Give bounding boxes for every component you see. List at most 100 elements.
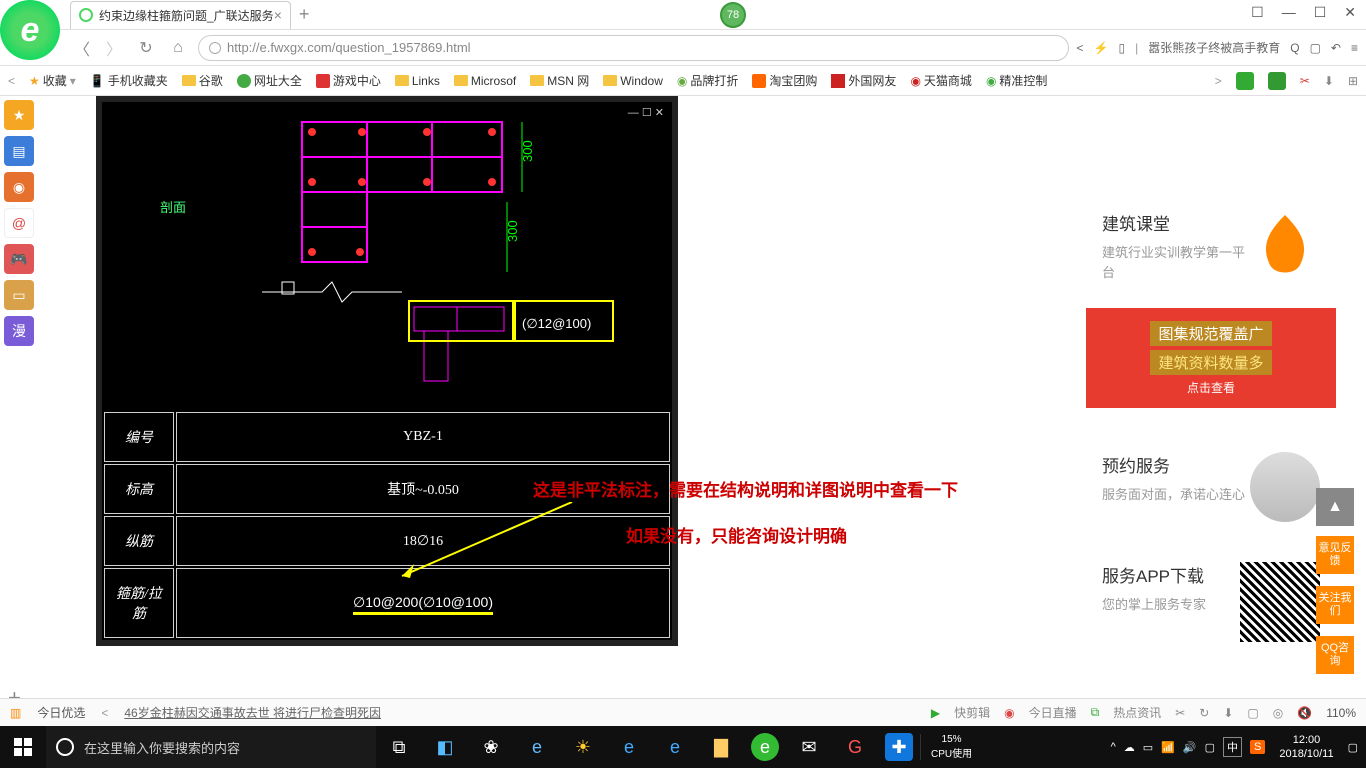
bookmark-google[interactable]: 谷歌 [182,72,223,89]
search-icon[interactable]: Q [1290,41,1299,55]
tab-close-icon[interactable]: × [274,7,282,23]
person-icon [1250,452,1320,522]
card-course[interactable]: 建筑课堂 建筑行业实训教学第一平台 [1086,196,1336,296]
clip-icon[interactable]: ▶ [931,706,940,720]
card-app-download[interactable]: 服务APP下载 您的掌上服务专家 [1086,548,1336,656]
bookmark-microsoft[interactable]: Microsof [454,74,516,88]
tool-4-icon[interactable]: ◎ [1273,706,1283,720]
app-2-icon[interactable]: ❀ [468,726,514,768]
forward-button[interactable]: 〉 [102,36,126,60]
download-icon[interactable]: ⬇ [1223,706,1233,720]
tool-3-icon[interactable]: ▢ [1247,706,1258,720]
task-view-icon[interactable]: ⧉ [376,726,422,768]
bookbar-prev[interactable]: < [8,74,15,88]
bookmark-brand[interactable]: ◉品牌打折 [677,72,739,89]
bookmark-favorites[interactable]: ★收藏▾ [29,72,76,89]
tray-up-icon[interactable]: ^ [1111,741,1116,753]
ime-sogou-icon[interactable]: S [1250,740,1265,754]
explorer-icon[interactable]: ▇ [698,726,744,768]
live-icon[interactable]: ◉ [1004,706,1014,720]
promo-banner[interactable]: 图集规范覆盖广 建筑资料数量多 点击查看 [1086,308,1336,408]
mail-icon[interactable]: ✉ [786,726,832,768]
app-3-icon[interactable]: ☀ [560,726,606,768]
close-icon[interactable]: ✕ [1344,4,1356,21]
bookmark-foreign[interactable]: 外国网友 [831,72,896,89]
bookmark-mobile[interactable]: 📱手机收藏夹 [90,72,168,89]
home-button[interactable]: ⌂ [166,36,190,60]
bookmark-taobao[interactable]: 淘宝团购 [752,72,817,89]
window-menu-icon[interactable]: ☐ [1251,4,1264,21]
app-4-icon[interactable]: G [832,726,878,768]
new-tab-button[interactable]: + [299,4,310,25]
undo-icon[interactable]: ↶ [1331,41,1341,55]
sidebar-game[interactable]: 🎮 [4,244,34,274]
sidebar-manhua[interactable]: 漫 [4,316,34,346]
edge-icon[interactable]: e [606,726,652,768]
bookmark-precise[interactable]: ◉精准控制 [986,72,1048,89]
app-5-icon[interactable]: ✚ [885,733,913,761]
browser-tab[interactable]: 约束边缘柱箍筋问题_广联达服务 × [70,1,291,29]
sidebar-favorites[interactable]: ★ [4,100,34,130]
ext-grid-icon[interactable]: ⊞ [1348,74,1358,88]
bookmark-links[interactable]: Links [395,74,440,88]
bookmark-tmall[interactable]: ◉天猫商城 [910,72,972,89]
taskbar-clock[interactable]: 12:00 2018/10/11 [1273,733,1339,762]
reader-icon[interactable]: ▢ [1310,41,1321,55]
tray-notify-icon[interactable]: ▢ [1205,741,1215,754]
sidebar-book[interactable]: ▭ [4,280,34,310]
cpu-monitor[interactable]: 15% CPU使用 [920,734,982,760]
today-pick[interactable]: 今日优选 [37,704,85,721]
tray-wifi-icon[interactable]: 📶 [1161,741,1175,754]
minimize-icon[interactable]: — [1282,4,1296,21]
ext-2-icon[interactable] [1268,72,1286,90]
card-appointment[interactable]: 预约服务 服务面对面，承诺心连心 [1086,438,1336,536]
app-1-icon[interactable]: ◧ [422,726,468,768]
site-info-icon[interactable] [209,42,221,54]
ime-indicator[interactable]: 中 [1223,737,1242,757]
360-browser-icon[interactable]: e [751,733,779,761]
bolt-icon[interactable]: ⚡ [1094,41,1109,55]
news-prev-icon[interactable]: < [101,706,108,720]
sidebar-mail[interactable]: @ [4,208,34,238]
back-button[interactable]: 〈 [70,36,94,60]
tray-battery-icon[interactable]: ▭ [1143,741,1153,754]
follow-button[interactable]: 关注我们 [1316,586,1354,624]
edge-legacy-icon[interactable]: e [514,726,560,768]
bookmark-msn[interactable]: MSN 网 [530,72,589,89]
share-icon[interactable]: < [1077,41,1084,55]
search-hint[interactable]: 嚣张熊孩子终被高手教育 [1148,39,1280,56]
bookmark-games[interactable]: 游戏中心 [316,72,381,89]
ext-scissors-icon[interactable]: ✂ [1300,74,1310,88]
reload-button[interactable]: ↻ [134,36,158,60]
tool-1-icon[interactable]: ✂ [1175,706,1185,720]
card-app-desc: 您的掌上服务专家 [1102,595,1240,615]
ext-1-icon[interactable] [1236,72,1254,90]
browser-logo[interactable] [0,0,60,60]
scroll-top-button[interactable]: ▲ [1316,488,1354,526]
news-ticker[interactable]: 46岁金柱赫因交通事故去世 将进行尸检查明死因 [124,704,381,721]
ext-download-icon[interactable]: ⬇ [1324,74,1334,88]
today-pick-icon[interactable]: ▥ [10,706,21,720]
feedback-button[interactable]: 意见反馈 [1316,536,1354,574]
bookbar-next[interactable]: > [1215,74,1222,88]
sidebar-news[interactable]: ▤ [4,136,34,166]
sidebar-weibo[interactable]: ◉ [4,172,34,202]
accelerator-badge[interactable]: 78 [720,2,746,28]
tray-volume-icon[interactable]: 🔊 [1183,741,1197,754]
action-center-icon[interactable]: ▢ [1348,741,1358,754]
bookmark-window[interactable]: Window [603,74,663,88]
address-bar[interactable]: http://e.fwxgx.com/question_1957869.html [198,35,1069,61]
hot-icon[interactable]: ⧉ [1091,705,1100,720]
start-button[interactable] [0,726,46,768]
taskbar-search[interactable]: 在这里输入你要搜索的内容 [46,726,376,768]
tray-cloud-icon[interactable]: ☁ [1124,741,1135,754]
mute-icon[interactable]: 🔇 [1297,706,1312,720]
qq-consult-button[interactable]: QQ咨询 [1316,636,1354,674]
extensions-icon[interactable]: ▯ [1118,41,1125,55]
zoom-level[interactable]: 110% [1326,706,1356,720]
ie-icon[interactable]: e [652,726,698,768]
bookmark-sites[interactable]: 网址大全 [237,72,302,89]
maximize-icon[interactable]: ☐ [1314,4,1327,21]
menu-icon[interactable]: ≡ [1351,41,1358,55]
tool-2-icon[interactable]: ↻ [1199,706,1209,720]
